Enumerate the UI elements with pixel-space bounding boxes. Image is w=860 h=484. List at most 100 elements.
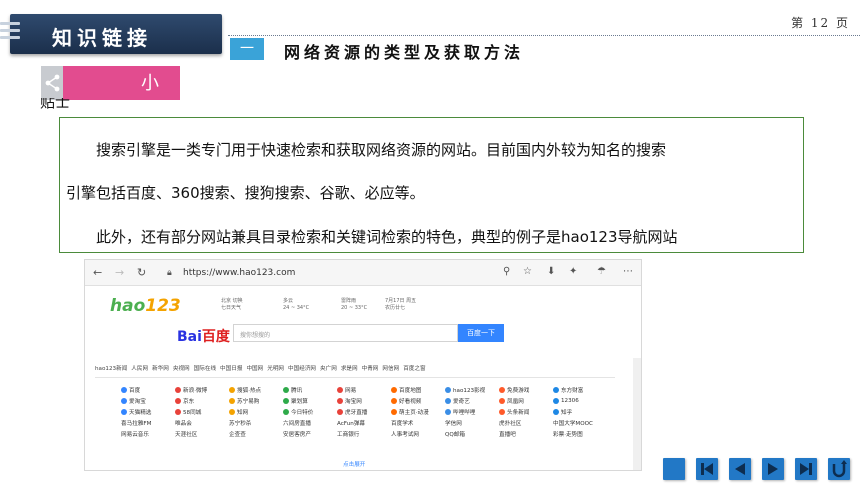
- hao123-logo: hao123: [110, 296, 181, 316]
- search-button: 百度一下: [458, 324, 504, 342]
- site-row: 爱淘宝 京东 苏宁易购 聚划算 淘宝网 好看视频 爱奇艺 凤凰网 12306: [121, 395, 607, 406]
- tab: 求是网: [340, 366, 358, 372]
- site-link: 东方财富: [553, 386, 607, 394]
- site-link: 12306: [553, 397, 607, 404]
- site-icon: [445, 408, 451, 415]
- date-info: 7月17日 周五 农历廿七: [385, 298, 417, 311]
- site-link: 哔哩哔哩: [445, 408, 499, 416]
- site-label: 知网: [237, 409, 249, 416]
- site-label: 58同城: [183, 409, 202, 416]
- site-link: 工商银行: [337, 430, 391, 438]
- site-label: 中国大学MOOC: [553, 420, 593, 427]
- site-link: hao123影视: [445, 386, 499, 394]
- site-icon: [337, 397, 343, 404]
- site-label: QQ邮箱: [445, 431, 465, 438]
- site-label: 新浪·微博: [183, 387, 208, 394]
- site-icon: [121, 386, 127, 393]
- expand-more-link: 点击展开: [343, 462, 366, 468]
- paragraph-2: 此外，还有部分网站兼具目录检索和关键词检索的特色，典型的例子是hao123导航网…: [96, 228, 678, 246]
- site-label: hao123影视: [453, 387, 486, 394]
- site-icon: [391, 408, 397, 415]
- site-link: 好看视频: [391, 397, 445, 405]
- site-label: 百度学术: [391, 420, 414, 427]
- site-link: 网易云音乐: [121, 430, 175, 438]
- site-icon: [337, 408, 343, 415]
- section-title: 网络资源的类型及获取方法: [284, 43, 525, 62]
- site-icon: [391, 386, 397, 393]
- site-label: 知乎: [561, 409, 573, 416]
- skip-back-icon: [701, 463, 713, 475]
- site-link: 喜马拉雅FM: [121, 419, 175, 427]
- site-link: 人事考试网: [391, 430, 445, 438]
- site-link: 百度学术: [391, 419, 445, 427]
- site-label: AcFun弹幕: [337, 420, 365, 427]
- tab: 央广网: [320, 366, 337, 372]
- weather-today: 多云 24 ~ 34°C: [283, 298, 310, 311]
- previous-slide-button[interactable]: [729, 458, 751, 480]
- site-link: 聚划算: [283, 397, 337, 405]
- site-link: QQ邮箱: [445, 430, 499, 438]
- site-link: 网易: [337, 386, 391, 394]
- site-icon: [175, 408, 181, 415]
- download-icon: ⬇: [547, 266, 556, 277]
- site-row: 百度 新浪·微博 搜狐·热点 腾讯 网易 百度地图 hao123影视 免费游戏 东方财富: [121, 384, 607, 395]
- play-icon: [768, 463, 778, 475]
- profile-icon: ☂: [597, 266, 606, 277]
- site-link: 搜狐·热点: [229, 386, 283, 394]
- header-divider: [228, 35, 860, 36]
- site-link: 头条新闻: [499, 408, 553, 416]
- tab: 中国网: [246, 366, 264, 372]
- site-label: 苏宁秒杀: [229, 420, 252, 427]
- site-icon: [121, 397, 127, 404]
- site-link: 萌主页·动漫: [391, 408, 445, 416]
- site-link: 天涯社区: [175, 430, 229, 438]
- paragraph-1-line-2: 引擎包括百度、360搜索、搜狗搜索、谷歌、必应等。: [66, 184, 425, 202]
- site-icon: [391, 397, 397, 404]
- tab: 国际在线: [193, 366, 217, 372]
- last-slide-button[interactable]: [795, 458, 817, 480]
- site-label: 12306: [561, 397, 579, 404]
- tip-cutoff-text: 贴士: [40, 98, 71, 111]
- blank-button[interactable]: [663, 458, 685, 480]
- site-row: 网易云音乐 天涯社区 企查查 安居客房产 工商银行 人事考试网 QQ邮箱 直播吧 彩票·走势图: [121, 428, 607, 439]
- site-link: 知网: [229, 408, 283, 416]
- section-number: 一: [230, 38, 264, 60]
- site-icon: [553, 408, 559, 415]
- share-icon: [45, 74, 60, 92]
- return-icon: [832, 460, 847, 478]
- news-tabs: hao123新闻 人民网 新华网 央视网 国际在线 中国日报 中国网 光明网 中国经济网…: [95, 364, 615, 378]
- site-label: 网易: [345, 387, 357, 394]
- site-icon: [553, 397, 559, 404]
- return-button[interactable]: [828, 458, 850, 480]
- weather-city: 北京 切换 七日天气: [221, 298, 243, 311]
- site-label: 天涯社区: [175, 431, 198, 438]
- site-label: 淘宝网: [345, 398, 362, 405]
- tab: 光明网: [267, 366, 285, 372]
- site-icon: [445, 386, 451, 393]
- site-link: 六间房直播: [283, 419, 337, 427]
- site-link: 百度地图: [391, 386, 445, 394]
- tab: 中国经济网: [288, 366, 317, 372]
- site-label: 百度地图: [399, 387, 422, 394]
- site-label: 今日特价: [291, 409, 314, 416]
- site-icon: [283, 408, 289, 415]
- site-icon: [121, 408, 127, 415]
- site-link: 腾讯: [283, 386, 337, 394]
- tip-badge: 小: [41, 66, 180, 100]
- browser-toolbar: ← → ↻ 🔒︎ https://www.hao123.com ⚲ ☆ ⬇ ✦ …: [85, 260, 641, 286]
- first-slide-button[interactable]: [696, 458, 718, 480]
- site-icon: [175, 397, 181, 404]
- site-link: 学信网: [445, 419, 499, 427]
- baidu-logo: Bai百度: [177, 329, 230, 345]
- next-slide-button[interactable]: [762, 458, 784, 480]
- tip-label: 小: [141, 73, 159, 94]
- site-link: 中国大学MOOC: [553, 419, 607, 427]
- site-icon: [283, 386, 289, 393]
- tab: 百度之窗: [403, 366, 426, 372]
- tab: 新华网: [152, 366, 169, 372]
- forward-icon: →: [115, 266, 125, 279]
- site-link: 虎扑社区: [499, 419, 553, 427]
- menu-bars-icon: [0, 22, 20, 46]
- site-label: 直播吧: [499, 431, 516, 438]
- refresh-icon: ↻: [137, 266, 147, 279]
